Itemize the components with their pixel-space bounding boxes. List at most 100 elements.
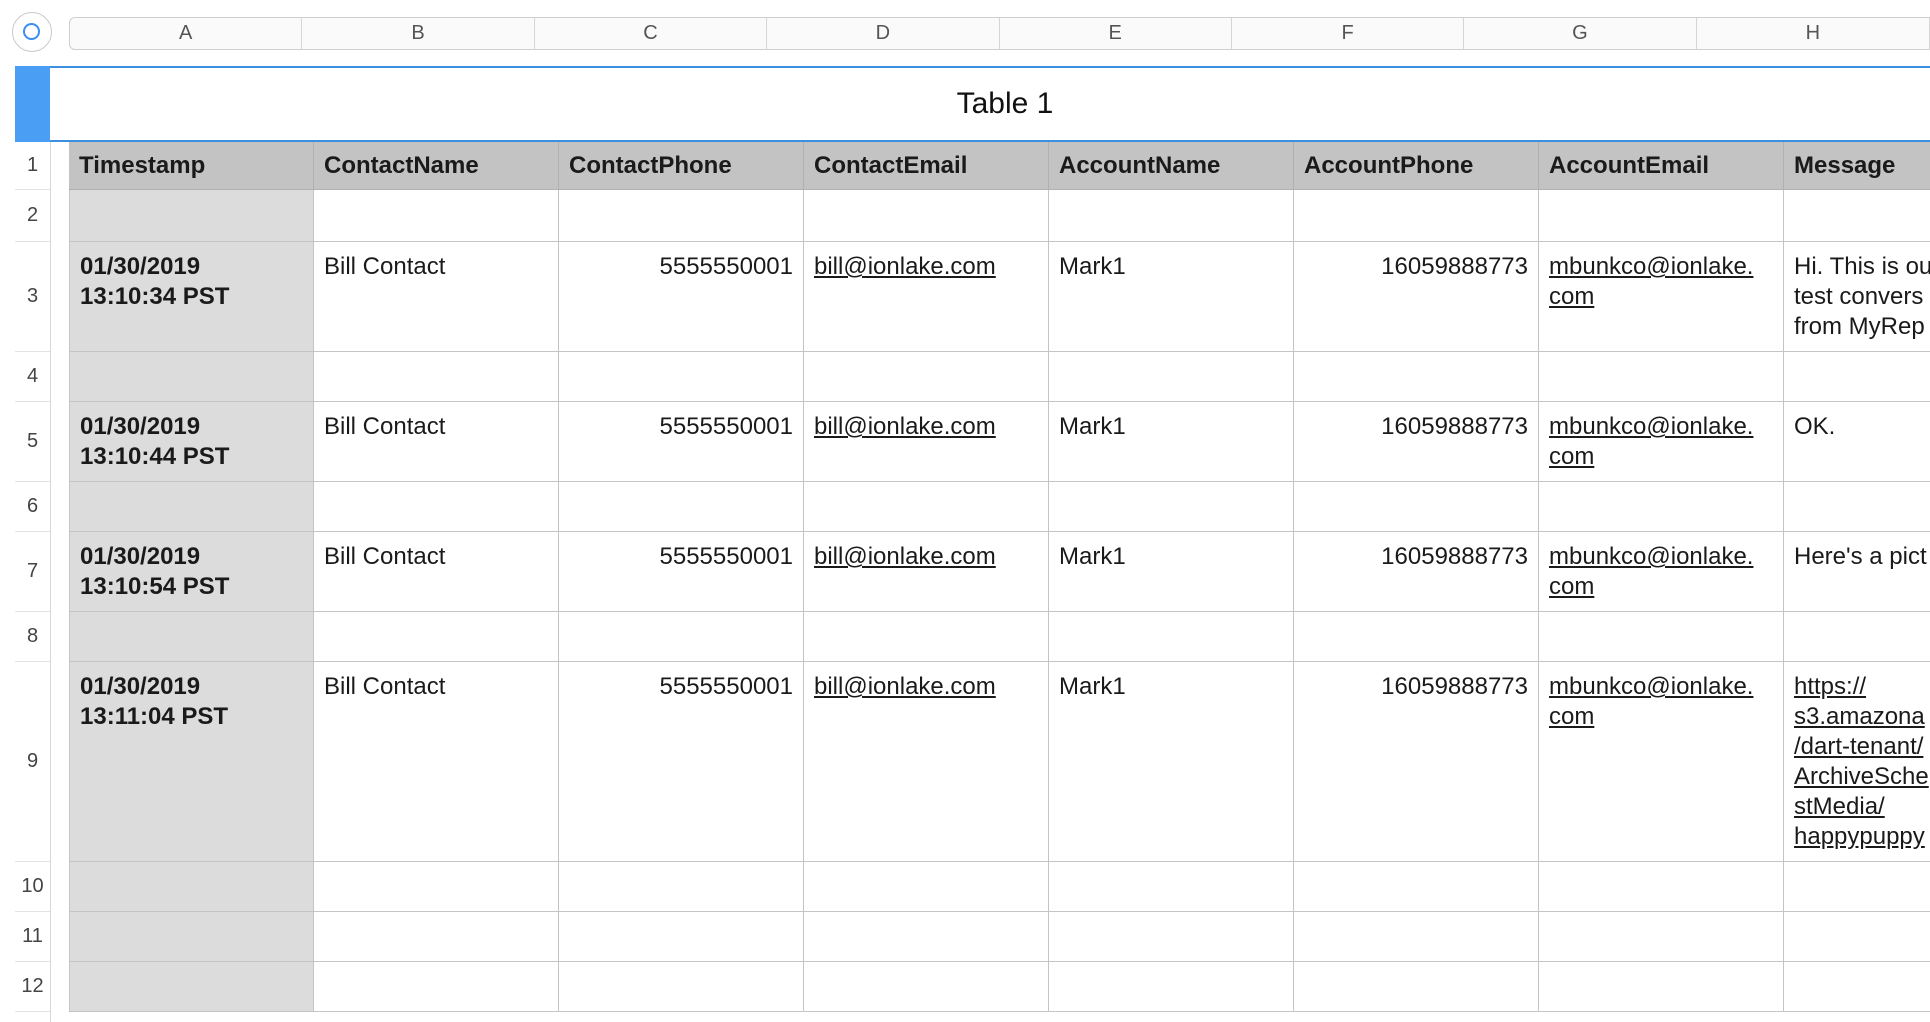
table-cell[interactable] [1294, 352, 1539, 402]
account-email-link[interactable]: com [1549, 572, 1773, 602]
account-email-link[interactable]: mbunkco@ionlake. [1549, 252, 1773, 282]
table-cell[interactable]: mbunkco@ionlake. com [1539, 242, 1784, 352]
table-selection-handle[interactable] [15, 66, 50, 142]
column-title-contactname[interactable]: ContactName [314, 142, 559, 190]
table-cell[interactable] [69, 612, 314, 662]
column-title-accountname[interactable]: AccountName [1049, 142, 1294, 190]
table-cell[interactable]: 5555550001 [559, 532, 804, 612]
column-title-accountemail[interactable]: AccountEmail [1539, 142, 1784, 190]
column-header-a[interactable]: A [70, 18, 303, 49]
table-cell[interactable] [314, 912, 559, 962]
row-header-3[interactable]: 3 [15, 242, 50, 352]
contact-email-link[interactable]: bill@ionlake.com [814, 543, 996, 570]
table-cell[interactable] [559, 962, 804, 1012]
table-cell[interactable]: https://s3.amazona/dart-tenant/ArchiveSc… [1784, 662, 1930, 862]
column-title-accountphone[interactable]: AccountPhone [1294, 142, 1539, 190]
table-cell[interactable]: 01/30/2019 13:10:34 PST [69, 242, 314, 352]
table-cell[interactable] [1049, 862, 1294, 912]
table-cell[interactable] [559, 190, 804, 242]
account-email-link[interactable]: com [1549, 282, 1773, 312]
table-cell[interactable] [804, 612, 1049, 662]
table-cell[interactable] [804, 352, 1049, 402]
table-cell[interactable] [1784, 612, 1930, 662]
table-cell[interactable]: Here's a pict [1784, 532, 1930, 612]
table-cell[interactable] [1784, 862, 1930, 912]
column-header-h[interactable]: H [1697, 18, 1930, 49]
table-cell[interactable]: bill@ionlake.com [804, 532, 1049, 612]
table-title-row[interactable]: Table 1 [50, 66, 1930, 142]
table-cell[interactable]: bill@ionlake.com [804, 402, 1049, 482]
row-header-11[interactable]: 11 [15, 912, 50, 962]
select-all-control[interactable] [12, 12, 52, 52]
table-cell[interactable] [314, 962, 559, 1012]
table-cell[interactable] [804, 862, 1049, 912]
table-cell[interactable] [1539, 352, 1784, 402]
row-header-6[interactable]: 6 [15, 482, 50, 532]
table-cell[interactable] [1539, 862, 1784, 912]
table-cell[interactable] [1539, 190, 1784, 242]
table-cell[interactable]: Bill Contact [314, 402, 559, 482]
table-cell[interactable]: 16059888773 [1294, 242, 1539, 352]
table-cell[interactable] [69, 190, 314, 242]
table-cell[interactable] [559, 352, 804, 402]
table-cell[interactable]: 5555550001 [559, 402, 804, 482]
table-cell[interactable] [804, 912, 1049, 962]
table-cell[interactable] [69, 862, 314, 912]
table-cell[interactable]: 01/30/2019 13:11:04 PST [69, 662, 314, 862]
table-cell[interactable] [1049, 612, 1294, 662]
table-cell[interactable] [804, 190, 1049, 242]
table-cell[interactable]: 01/30/2019 13:10:44 PST [69, 402, 314, 482]
table-cell[interactable] [1049, 190, 1294, 242]
message-link[interactable]: stMedia/ [1794, 792, 1930, 822]
contact-email-link[interactable]: bill@ionlake.com [814, 673, 996, 700]
table-cell[interactable] [1294, 612, 1539, 662]
message-link[interactable]: https:// [1794, 672, 1930, 702]
column-title-timestamp[interactable]: Timestamp [69, 142, 314, 190]
message-link[interactable]: ArchiveSche [1794, 762, 1930, 792]
account-email-link[interactable]: mbunkco@ionlake. [1549, 542, 1773, 572]
table-cell[interactable] [559, 482, 804, 532]
row-header-8[interactable]: 8 [15, 612, 50, 662]
message-link[interactable]: s3.amazona [1794, 702, 1930, 732]
table-cell[interactable] [314, 352, 559, 402]
row-header-12[interactable]: 12 [15, 962, 50, 1012]
table-cell[interactable] [1049, 482, 1294, 532]
table-cell[interactable]: OK. [1784, 402, 1930, 482]
table-cell[interactable] [69, 912, 314, 962]
table-cell[interactable] [1294, 912, 1539, 962]
table-cell[interactable]: 5555550001 [559, 662, 804, 862]
table-cell[interactable] [69, 352, 314, 402]
table-cell[interactable] [804, 482, 1049, 532]
message-link[interactable]: /dart-tenant/ [1794, 732, 1930, 762]
row-header-9[interactable]: 9 [15, 662, 50, 862]
table-cell[interactable]: Mark1 [1049, 532, 1294, 612]
table-cell[interactable] [1784, 912, 1930, 962]
table-cell[interactable] [1784, 482, 1930, 532]
table-cell[interactable] [559, 862, 804, 912]
row-header-4[interactable]: 4 [15, 352, 50, 402]
table-cell[interactable]: bill@ionlake.com [804, 242, 1049, 352]
table-cell[interactable] [1049, 962, 1294, 1012]
row-header-1[interactable]: 1 [15, 142, 50, 190]
table-cell[interactable] [1784, 190, 1930, 242]
table-cell[interactable] [314, 612, 559, 662]
table-cell[interactable]: Bill Contact [314, 242, 559, 352]
row-header-10[interactable]: 10 [15, 862, 50, 912]
row-header-5[interactable]: 5 [15, 402, 50, 482]
table-cell[interactable]: mbunkco@ionlake. com [1539, 402, 1784, 482]
table-cell[interactable] [1294, 190, 1539, 242]
table-cell[interactable] [1294, 862, 1539, 912]
table-cell[interactable] [314, 862, 559, 912]
table-cell[interactable]: 16059888773 [1294, 662, 1539, 862]
table-cell[interactable] [314, 190, 559, 242]
table-cell[interactable]: 5555550001 [559, 242, 804, 352]
table-cell[interactable]: Mark1 [1049, 662, 1294, 862]
row-header-7[interactable]: 7 [15, 532, 50, 612]
table-cell[interactable]: Mark1 [1049, 242, 1294, 352]
table-cell[interactable] [1539, 962, 1784, 1012]
table-cell[interactable] [1539, 912, 1784, 962]
account-email-link[interactable]: mbunkco@ionlake. [1549, 412, 1773, 442]
table-cell[interactable] [1294, 962, 1539, 1012]
table-cell[interactable] [1784, 352, 1930, 402]
contact-email-link[interactable]: bill@ionlake.com [814, 253, 996, 280]
